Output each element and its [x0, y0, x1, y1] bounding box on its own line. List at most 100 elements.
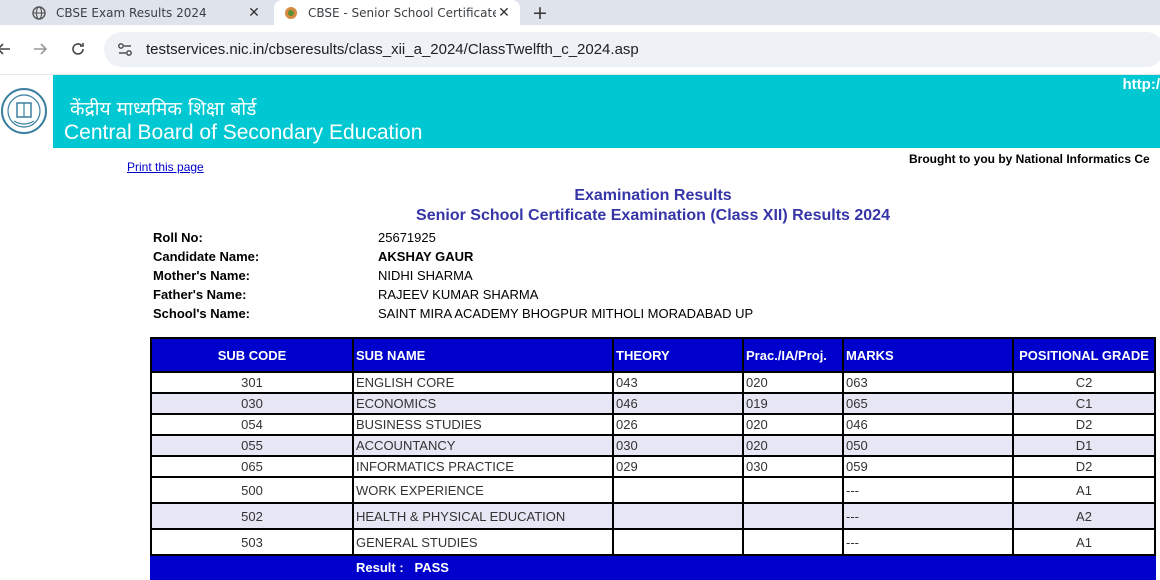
school-name-label: School's Name: — [153, 306, 251, 321]
grade-cell: D2 — [1012, 413, 1156, 436]
practical-cell: 030 — [742, 455, 844, 478]
sub-code-cell: 054 — [150, 413, 354, 436]
column-header: SUB CODE — [150, 337, 354, 373]
practical-cell — [742, 502, 844, 530]
site-info-icon[interactable] — [116, 41, 134, 59]
sub-name-cell: WORK EXPERIENCE — [352, 476, 614, 504]
roll-no-value: 25671925 — [378, 230, 436, 245]
table-row: 500 WORK EXPERIENCE --- A1 — [150, 476, 1156, 504]
table-row: 301 ENGLISH CORE 043 020 063 C2 — [150, 371, 1156, 394]
sub-name-cell: GENERAL STUDIES — [352, 528, 614, 556]
brought-by-text: Brought to you by National Informatics C… — [909, 152, 1150, 166]
sub-name-cell: BUSINESS STUDIES — [352, 413, 614, 436]
table-header-row: SUB CODE SUB NAME THEORY Prac./IA/Proj. … — [150, 337, 1156, 373]
sub-code-cell: 055 — [150, 434, 354, 457]
practical-cell: 020 — [742, 434, 844, 457]
table-row: 502 HEALTH & PHYSICAL EDUCATION --- A2 — [150, 502, 1156, 530]
mother-name-label: Mother's Name: — [153, 268, 250, 283]
tab-cbse-exam-results[interactable]: CBSE Exam Results 2024 ✕ — [22, 0, 270, 25]
logo-area — [0, 75, 53, 148]
practical-cell — [742, 528, 844, 556]
theory-cell: 043 — [612, 371, 744, 394]
header-banner: केंद्रीय माध्यमिक शिक्षा बोर्ड Central B… — [0, 75, 1160, 148]
marks-cell: 046 — [842, 413, 1014, 436]
sub-name-cell: ACCOUNTANCY — [352, 434, 614, 457]
hindi-board-title: केंद्रीय माध्यमिक शिक्षा बोर्ड — [70, 98, 257, 120]
practical-cell — [742, 476, 844, 504]
browser-toolbar: testservices.nic.in/cbseresults/class_xi… — [0, 25, 1160, 75]
grade-cell: A1 — [1012, 528, 1156, 556]
mother-name-value: NIDHI SHARMA — [378, 268, 473, 283]
tab-edge — [0, 4, 12, 21]
sub-code-cell: 502 — [150, 502, 354, 530]
practical-cell: 019 — [742, 392, 844, 415]
theory-cell: 026 — [612, 413, 744, 436]
tab-title: CBSE - Senior School Certificate Ex — [308, 5, 496, 20]
close-tab-icon[interactable]: ✕ — [246, 5, 262, 21]
result-spacer — [150, 554, 354, 580]
table-row: 503 GENERAL STUDIES --- A1 — [150, 528, 1156, 556]
marks-cell: --- — [842, 502, 1014, 530]
table-row: 055 ACCOUNTANCY 030 020 050 D1 — [150, 434, 1156, 457]
table-row: 030 ECONOMICS 046 019 065 C1 — [150, 392, 1156, 415]
theory-cell: 046 — [612, 392, 744, 415]
theory-cell: 029 — [612, 455, 744, 478]
column-header: THEORY — [612, 337, 744, 373]
reload-icon[interactable] — [66, 37, 90, 61]
column-header: POSITIONAL GRADE — [1012, 337, 1156, 373]
roll-no-label: Roll No: — [153, 230, 203, 245]
address-bar[interactable]: testservices.nic.in/cbseresults/class_xi… — [104, 32, 1160, 67]
url-text[interactable]: testservices.nic.in/cbseresults/class_xi… — [146, 41, 639, 58]
theory-cell — [612, 476, 744, 504]
column-header: Prac./IA/Proj. — [742, 337, 844, 373]
candidate-name-value: AKSHAY GAUR — [378, 249, 474, 264]
tab-strip: CBSE Exam Results 2024 ✕ CBSE - Senior S… — [0, 0, 1160, 25]
page-subtitle: Senior School Certificate Examination (C… — [416, 207, 890, 224]
theory-cell — [612, 502, 744, 530]
sub-code-cell: 503 — [150, 528, 354, 556]
grade-cell: C2 — [1012, 371, 1156, 394]
marks-cell: 050 — [842, 434, 1014, 457]
print-page-link[interactable]: Print this page — [127, 160, 204, 174]
sub-name-cell: ECONOMICS — [352, 392, 614, 415]
marks-cell: 065 — [842, 392, 1014, 415]
cbse-favicon-icon — [285, 6, 297, 19]
candidate-name-label: Candidate Name: — [153, 249, 260, 264]
grade-cell: D2 — [1012, 455, 1156, 478]
new-tab-button[interactable]: + — [528, 0, 552, 25]
table-row: 065 INFORMATICS PRACTICE 029 030 059 D2 — [150, 455, 1156, 478]
marks-cell: 059 — [842, 455, 1014, 478]
forward-icon[interactable] — [28, 37, 52, 61]
theory-cell: 030 — [612, 434, 744, 457]
marks-cell: --- — [842, 476, 1014, 504]
sub-name-cell: HEALTH & PHYSICAL EDUCATION — [352, 502, 614, 530]
tab-cbse-senior-school[interactable]: CBSE - Senior School Certificate Ex ✕ — [274, 0, 520, 25]
sub-code-cell: 301 — [150, 371, 354, 394]
school-name-value: SAINT MIRA ACADEMY BHOGPUR MITHOLI MORAD… — [378, 306, 754, 321]
grade-cell: A1 — [1012, 476, 1156, 504]
marks-cell: 063 — [842, 371, 1014, 394]
header-corner-text: http:/ — [1122, 76, 1160, 93]
english-board-title: Central Board of Secondary Education — [64, 121, 423, 144]
page-title: Examination Results — [574, 187, 732, 204]
grade-cell: A2 — [1012, 502, 1156, 530]
practical-cell: 020 — [742, 413, 844, 436]
tab-title: CBSE Exam Results 2024 — [56, 5, 207, 20]
sub-code-cell: 030 — [150, 392, 354, 415]
marks-table: SUB CODE SUB NAME THEORY Prac./IA/Proj. … — [150, 337, 1156, 580]
practical-cell: 020 — [742, 371, 844, 394]
table-row: 054 BUSINESS STUDIES 026 020 046 D2 — [150, 413, 1156, 436]
marks-cell: --- — [842, 528, 1014, 556]
father-name-value: RAJEEV KUMAR SHARMA — [378, 287, 539, 302]
grade-cell: D1 — [1012, 434, 1156, 457]
father-name-label: Father's Name: — [153, 287, 247, 302]
result-row: Result : PASS — [150, 554, 1156, 580]
back-icon[interactable] — [0, 37, 16, 61]
sub-name-cell: ENGLISH CORE — [352, 371, 614, 394]
column-header: MARKS — [842, 337, 1014, 373]
sub-code-cell: 065 — [150, 455, 354, 478]
grade-cell: C1 — [1012, 392, 1156, 415]
close-tab-icon[interactable]: ✕ — [496, 5, 512, 21]
column-header: SUB NAME — [352, 337, 614, 373]
cbse-logo-icon — [1, 88, 47, 134]
